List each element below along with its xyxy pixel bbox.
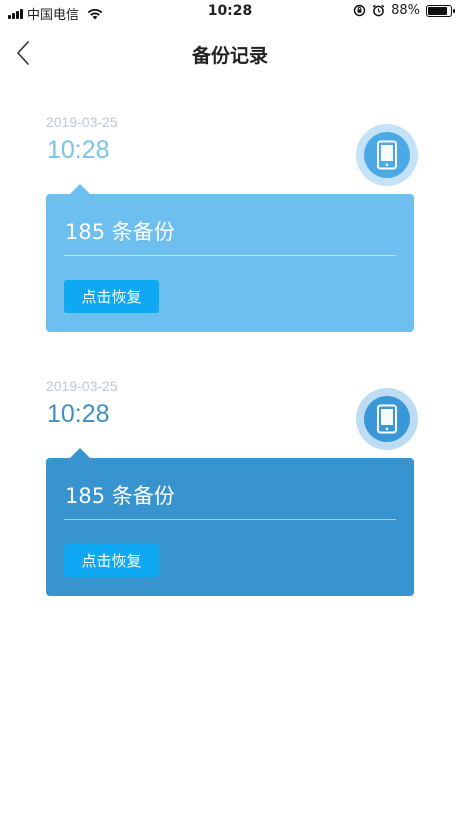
status-bar: 中国电信 10:28 88% (0, 0, 460, 24)
alarm-icon (372, 4, 385, 17)
device-badge-inner (364, 396, 410, 442)
record-time: 10:28 (47, 400, 110, 428)
device-badge-inner (364, 132, 410, 178)
record-date: 2019-03-25 (46, 114, 118, 130)
restore-button[interactable]: 点击恢复 (64, 544, 159, 577)
orientation-lock-icon (353, 4, 366, 17)
record-date: 2019-03-25 (46, 378, 118, 394)
phone-icon (377, 140, 397, 170)
record-card: 185 条备份 点击恢复 (46, 184, 414, 332)
record-card: 185 条备份 点击恢复 (46, 448, 414, 596)
battery-percent: 88% (391, 3, 420, 18)
card-divider (64, 255, 396, 256)
status-right: 88% (353, 3, 455, 18)
device-badge (356, 388, 418, 450)
nav-bar: 备份记录 (0, 28, 460, 78)
backup-count: 185 条备份 (65, 220, 175, 244)
card-divider (64, 519, 396, 520)
device-badge (356, 124, 418, 186)
backup-count: 185 条备份 (65, 484, 175, 508)
battery-fill (428, 6, 448, 15)
phone-icon (377, 404, 397, 434)
page-title: 备份记录 (191, 45, 268, 67)
restore-button[interactable]: 点击恢复 (64, 280, 159, 313)
record-time: 10:28 (47, 136, 110, 164)
battery-icon (426, 4, 455, 17)
